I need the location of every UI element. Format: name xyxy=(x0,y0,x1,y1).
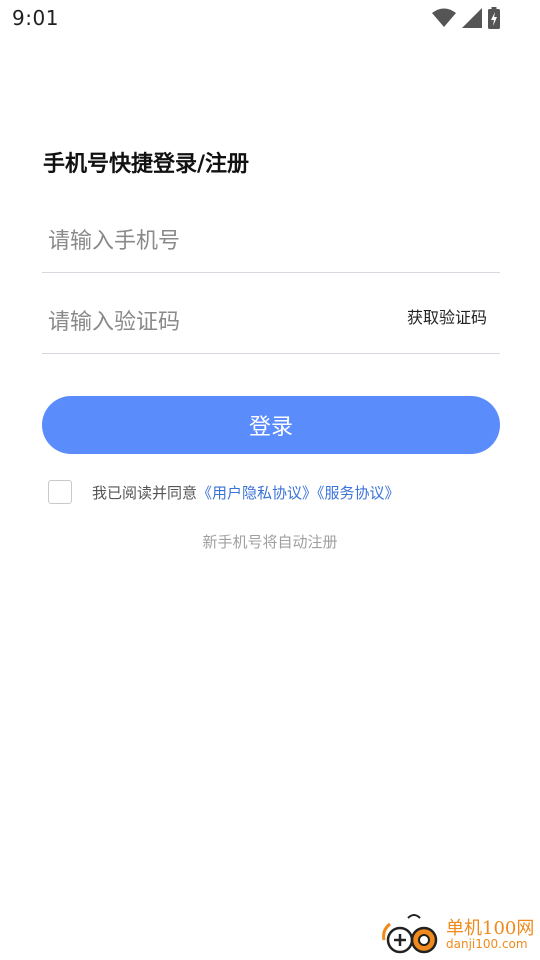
watermark: 单机100网 danji100.com xyxy=(380,910,540,960)
agree-checkbox[interactable] xyxy=(48,480,72,504)
watermark-logo-icon xyxy=(382,914,438,954)
signal-icon xyxy=(462,8,482,28)
phone-input[interactable] xyxy=(42,210,500,272)
phone-input-row xyxy=(42,210,500,273)
wifi-icon xyxy=(432,8,456,27)
service-agreement-link[interactable]: 《服务协议》 xyxy=(317,484,400,502)
agreement-text: 我已阅读并同意《用户隐私协议》《服务协议》 xyxy=(92,482,400,503)
battery-charging-icon xyxy=(488,7,500,29)
status-bar: 9:01 xyxy=(0,0,540,36)
register-hint: 新手机号将自动注册 xyxy=(202,533,338,551)
login-screen: 9:01 手机号快捷登录/注册 获取验证码 登录 我已阅读并同意《用户隐私协议》… xyxy=(0,0,540,960)
status-time: 9:01 xyxy=(12,6,59,30)
page-title: 手机号快捷登录/注册 xyxy=(43,152,250,177)
verification-code-input[interactable] xyxy=(42,291,382,353)
watermark-url: danji100.com xyxy=(446,937,528,951)
agreement-prefix: 我已阅读并同意 xyxy=(92,484,198,502)
get-code-button[interactable]: 获取验证码 xyxy=(407,304,487,328)
code-input-row: 获取验证码 xyxy=(42,291,500,354)
login-button[interactable]: 登录 xyxy=(42,396,500,454)
status-icons xyxy=(432,6,500,30)
privacy-policy-link[interactable]: 《用户隐私协议》 xyxy=(197,484,317,502)
